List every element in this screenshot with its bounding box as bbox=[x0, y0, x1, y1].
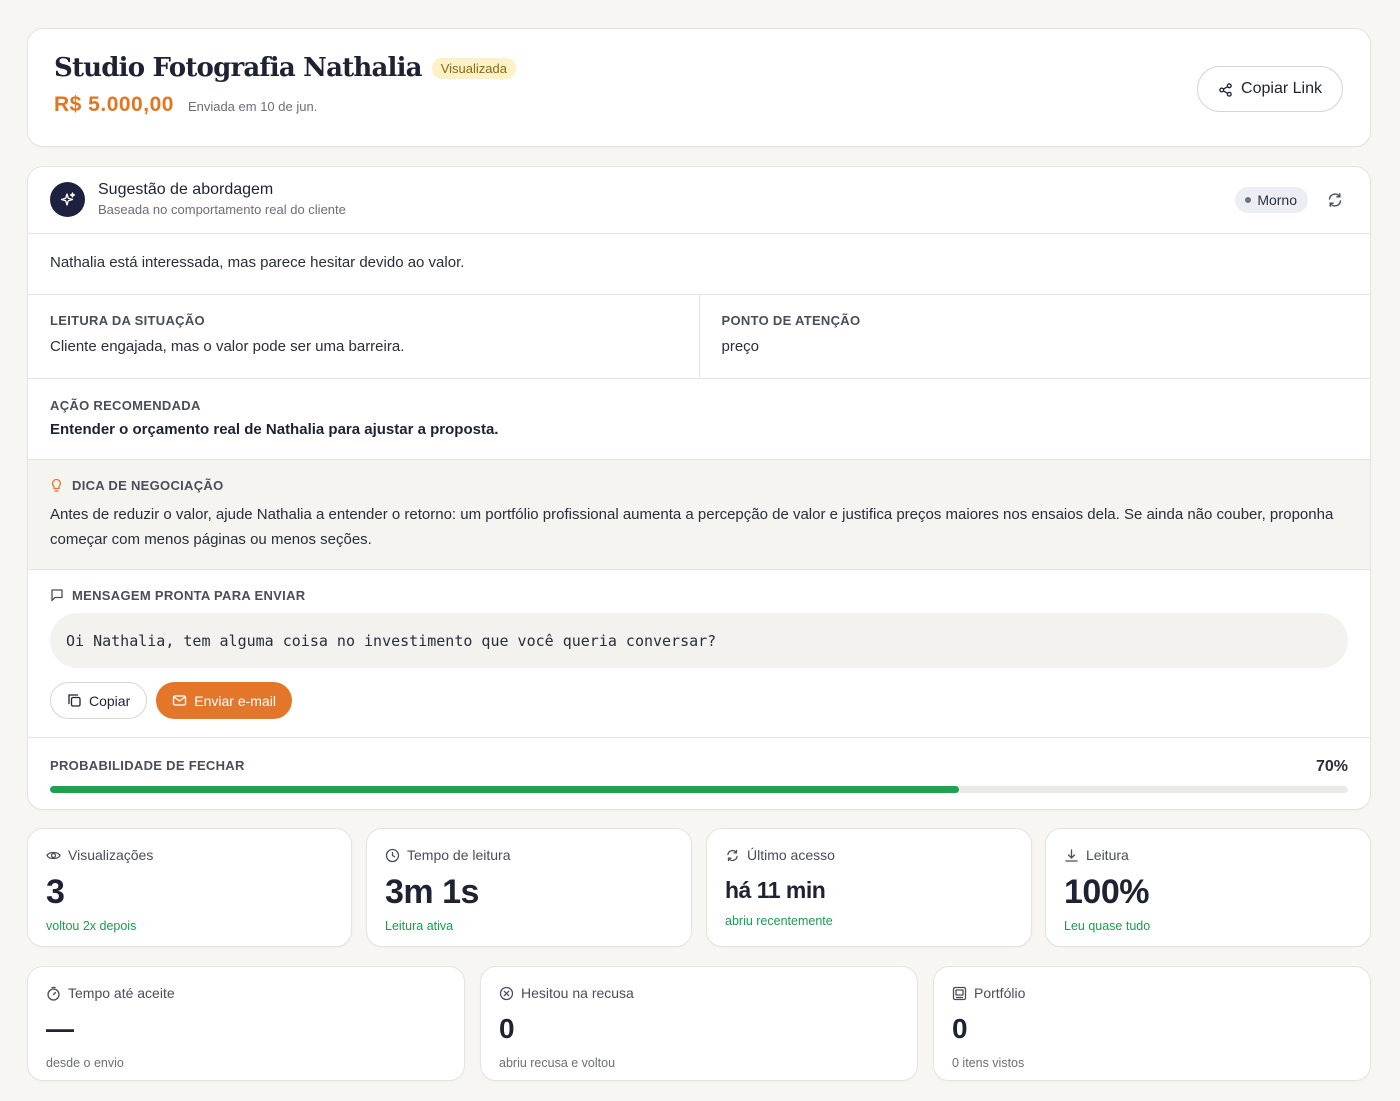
proposal-price: R$ 5.000,00 bbox=[54, 93, 174, 116]
recommended-action: AÇÃO RECOMENDADA Entender o orçamento re… bbox=[28, 379, 1370, 460]
metric-note: Leitura ativa bbox=[385, 919, 454, 933]
sparkles-icon bbox=[50, 182, 85, 217]
ready-message: MENSAGEM PRONTA PARA ENVIAR Oi Nathalia,… bbox=[28, 570, 1370, 738]
probability-value: 70% bbox=[1315, 758, 1348, 775]
metric-note: Leu quase tudo bbox=[1064, 919, 1151, 933]
metric-header: Leitura bbox=[1064, 847, 1352, 863]
situation-text: Cliente engajada, mas o valor pode ser u… bbox=[50, 338, 405, 355]
copy-button-label: Copiar bbox=[89, 692, 131, 709]
eye-icon bbox=[46, 848, 61, 863]
probability-label: PROBABILIDADE DE FECHAR bbox=[50, 758, 245, 773]
probability-fill bbox=[50, 786, 959, 793]
suggestion-subtitle: Baseada no comportamento real do cliente bbox=[98, 202, 346, 217]
metric-value: 3m 1s bbox=[385, 873, 479, 911]
metric-note: abriu recentemente bbox=[725, 914, 833, 928]
metric-header: Portfólio bbox=[952, 985, 1352, 1001]
metric-card-reading: Leitura 100% Leu quase tudo bbox=[1045, 828, 1371, 947]
refresh-icon[interactable] bbox=[1326, 191, 1344, 209]
lightbulb-icon bbox=[50, 478, 65, 493]
metric-note: voltou 2x depois bbox=[46, 919, 137, 933]
metric-header: Último acesso bbox=[725, 847, 1013, 863]
metric-note: desde o envio bbox=[46, 1056, 124, 1070]
clock-icon bbox=[385, 848, 400, 863]
metric-value: há 11 min bbox=[725, 877, 826, 903]
price-row: R$ 5.000,00 Enviada em 10 de jun. bbox=[54, 93, 317, 117]
metric-header: Visualizações bbox=[46, 847, 333, 863]
temperature-label: Morno bbox=[1257, 192, 1297, 208]
suggestion-title: Sugestão de abordagem bbox=[98, 181, 274, 198]
tip-label: DICA DE NEGOCIAÇÃO bbox=[72, 478, 224, 493]
attention-label: PONTO DE ATENÇÃO bbox=[721, 313, 861, 328]
metric-card-portfolio: Portfólio 0 0 itens vistos bbox=[933, 966, 1371, 1081]
metric-label: Tempo de leitura bbox=[407, 847, 511, 863]
metric-card-time-to-accept: Tempo até aceite — desde o envio bbox=[27, 966, 465, 1081]
metric-value: 0 bbox=[499, 1013, 515, 1044]
metric-value: 100% bbox=[1064, 873, 1149, 911]
action-text: Entender o orçamento real de Nathalia pa… bbox=[50, 421, 499, 438]
attention-text: preço bbox=[721, 338, 760, 355]
situation-label: LEITURA DA SITUAÇÃO bbox=[50, 313, 205, 328]
timer-icon bbox=[46, 986, 61, 1001]
close-probability: PROBABILIDADE DE FECHAR 70% bbox=[28, 738, 1370, 809]
tip-header: DICA DE NEGOCIAÇÃO bbox=[50, 478, 1348, 493]
copy-link-button[interactable]: Copiar Link bbox=[1197, 66, 1343, 112]
temperature-dot bbox=[1245, 197, 1252, 203]
message-label: MENSAGEM PRONTA PARA ENVIAR bbox=[72, 588, 306, 603]
temperature-badge: Morno bbox=[1235, 187, 1308, 213]
copy-link-label: Copiar Link bbox=[1241, 80, 1322, 97]
copy-icon bbox=[67, 693, 82, 708]
metric-value: 0 bbox=[952, 1013, 968, 1044]
metric-value: — bbox=[46, 1013, 74, 1044]
gallery-icon bbox=[952, 986, 967, 1001]
metric-card-views: Visualizações 3 voltou 2x depois bbox=[27, 828, 352, 947]
attention-cell: PONTO DE ATENÇÃO preço bbox=[698, 295, 1371, 378]
copy-button[interactable]: Copiar bbox=[50, 682, 148, 719]
mail-icon bbox=[172, 693, 187, 708]
suggestion-header: Sugestão de abordagem Baseada no comport… bbox=[28, 167, 1370, 234]
message-text[interactable]: Oi Nathalia, tem alguma coisa no investi… bbox=[50, 613, 1348, 668]
metric-label: Tempo até aceite bbox=[68, 985, 175, 1001]
metric-label: Último acesso bbox=[747, 847, 835, 863]
suggestion-card: Sugestão de abordagem Baseada no comport… bbox=[27, 166, 1371, 810]
metric-label: Portfólio bbox=[974, 985, 1026, 1001]
metric-note: abriu recusa e voltou bbox=[499, 1056, 616, 1070]
page-title: Studio Fotografia Nathalia bbox=[54, 53, 423, 83]
tip-text: Antes de reduzir o valor, ajude Nathalia… bbox=[50, 506, 1334, 548]
send-email-label: Enviar e-mail bbox=[194, 692, 276, 709]
metric-header: Tempo de leitura bbox=[385, 847, 673, 863]
negotiation-tip: DICA DE NEGOCIAÇÃO Antes de reduzir o va… bbox=[28, 460, 1370, 570]
metric-note: 0 itens vistos bbox=[952, 1056, 1025, 1070]
title-row: Studio Fotografia Nathalia Visualizada bbox=[54, 53, 516, 83]
metric-header: Hesitou na recusa bbox=[499, 985, 899, 1001]
status-badge: Visualizada bbox=[431, 57, 516, 79]
situation-cell: LEITURA DA SITUAÇÃO Cliente engajada, ma… bbox=[28, 295, 699, 378]
message-icon bbox=[50, 588, 65, 603]
metric-card-last-access: Último acesso há 11 min abriu recentemen… bbox=[706, 828, 1032, 947]
metric-header: Tempo até aceite bbox=[46, 985, 446, 1001]
metric-label: Leitura bbox=[1086, 847, 1129, 863]
proposal-header-card: Studio Fotografia Nathalia Visualizada R… bbox=[27, 28, 1371, 147]
metric-card-hesitated-refusal: Hesitou na recusa 0 abriu recusa e volto… bbox=[480, 966, 918, 1081]
metric-value: 3 bbox=[46, 873, 65, 911]
sent-date: Enviada em 10 de jun. bbox=[187, 99, 318, 114]
message-actions: Copiar Enviar e-mail bbox=[50, 682, 1348, 719]
metric-card-reading-time: Tempo de leitura 3m 1s Leitura ativa bbox=[366, 828, 692, 947]
metric-label: Visualizações bbox=[68, 847, 154, 863]
send-email-button[interactable]: Enviar e-mail bbox=[156, 682, 292, 719]
situation-grid: LEITURA DA SITUAÇÃO Cliente engajada, ma… bbox=[28, 295, 1370, 379]
share-icon bbox=[1218, 82, 1233, 97]
metric-label: Hesitou na recusa bbox=[521, 985, 634, 1001]
refresh-icon bbox=[725, 848, 740, 863]
suggestion-summary: Nathalia está interessada, mas parece he… bbox=[28, 234, 1370, 295]
message-header: MENSAGEM PRONTA PARA ENVIAR bbox=[50, 588, 1348, 603]
probability-track bbox=[50, 786, 1348, 793]
download-icon bbox=[1064, 848, 1079, 863]
action-label: AÇÃO RECOMENDADA bbox=[50, 398, 201, 413]
x-circle-icon bbox=[499, 986, 514, 1001]
